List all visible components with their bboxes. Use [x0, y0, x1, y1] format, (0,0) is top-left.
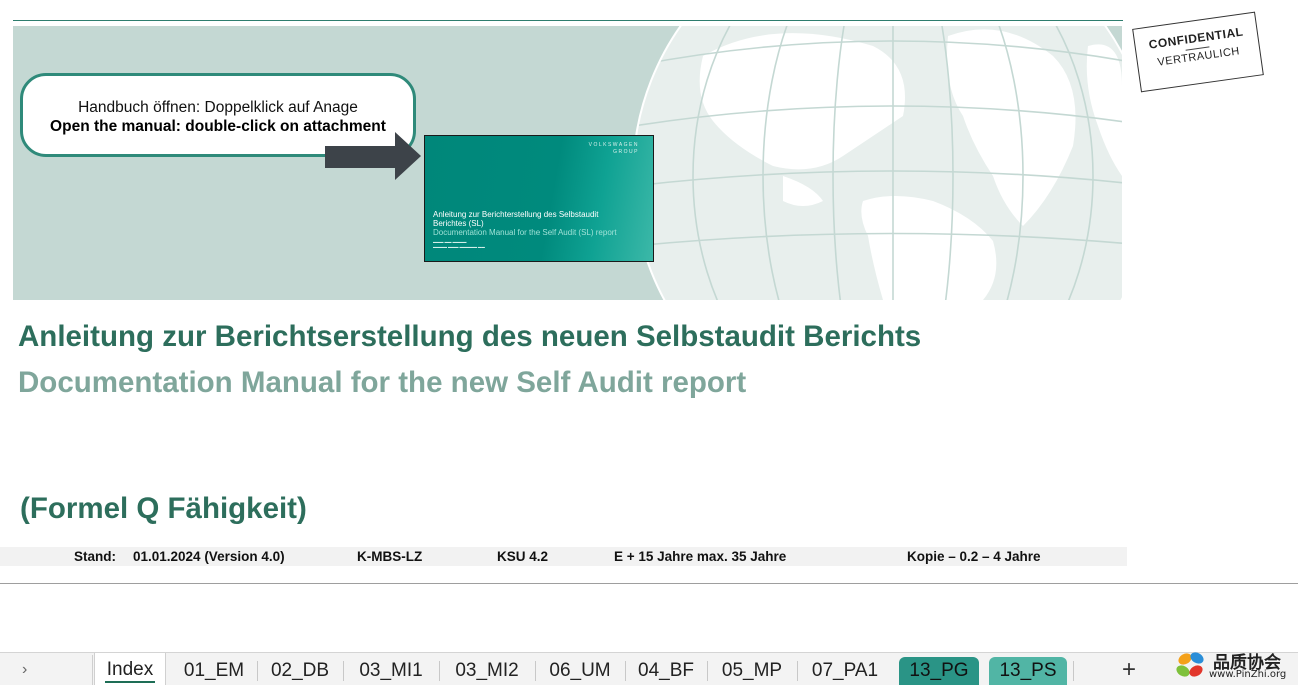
add-sheet-button[interactable]: +	[1122, 657, 1136, 683]
flower-logo-icon	[1176, 652, 1204, 677]
callout-text-de: Handbuch öffnen: Doppelklick auf Anage	[78, 99, 358, 116]
tab-02-db[interactable]: 02_DB	[258, 657, 342, 685]
document-title-de: Anleitung zur Berichtserstellung des neu…	[18, 320, 922, 353]
top-rule	[13, 20, 1123, 21]
document-subtitle: (Formel Q Fähigkeit)	[20, 492, 307, 525]
copy-value: Kopie – 0.2 – 4 Jahre	[907, 549, 1041, 564]
confidential-stamp: CONFIDENTIAL VERTRAULICH	[1132, 11, 1264, 93]
attachment-fineprint: ▬▬▬ ▬▬ ▬▬▬▬ ▬▬▬▬ ▬▬▬ ▬▬▬▬▬ ▬▬	[433, 240, 485, 249]
tab-index[interactable]: Index	[94, 653, 166, 685]
sheet-tab-bar: › Index 01_EM 02_DB 03_MI1 03_MI2 06_UM …	[0, 652, 1298, 685]
tab-03-mi1[interactable]: 03_MI1	[344, 657, 438, 685]
divider	[0, 583, 1298, 584]
arrow-right-icon	[325, 132, 421, 180]
chevron-right-icon[interactable]: ›	[22, 661, 27, 679]
date-version: 01.01.2024 (Version 4.0)	[133, 549, 285, 564]
tab-01-em[interactable]: 01_EM	[172, 657, 256, 685]
retention-value: E + 15 Jahre max. 35 Jahre	[614, 549, 787, 564]
tab-13-pg[interactable]: 13_PG	[899, 657, 979, 685]
stand-label: Stand:	[74, 549, 116, 564]
manual-attachment[interactable]: VOLKSWAGEN GROUP Anleitung zur Berichter…	[424, 135, 654, 262]
tab-13-ps[interactable]: 13_PS	[989, 657, 1067, 685]
ksu-value: KSU 4.2	[497, 549, 549, 564]
tab-05-mp[interactable]: 05_MP	[708, 657, 796, 685]
watermark-url: www.PinZhi.org	[1209, 669, 1287, 680]
tab-04-bf[interactable]: 04_BF	[626, 657, 706, 685]
attachment-brand: VOLKSWAGEN GROUP	[588, 142, 639, 155]
tab-03-mi2[interactable]: 03_MI2	[440, 657, 534, 685]
document-code: K-MBS-LZ	[357, 549, 423, 564]
status-row: Stand: 01.01.2024 (Version 4.0) K-MBS-LZ…	[0, 547, 1127, 566]
document-title-en: Documentation Manual for the new Self Au…	[18, 366, 747, 399]
attachment-title-de: Anleitung zur Berichterstellung des Selb…	[433, 210, 599, 228]
tab-07-pa1[interactable]: 07_PA1	[798, 657, 892, 685]
tab-06-um[interactable]: 06_UM	[536, 657, 624, 685]
pinzhi-watermark: 品质协会 www.PinZhi.org	[1173, 647, 1298, 685]
attachment-title-en: Documentation Manual for the Self Audit …	[433, 228, 617, 237]
